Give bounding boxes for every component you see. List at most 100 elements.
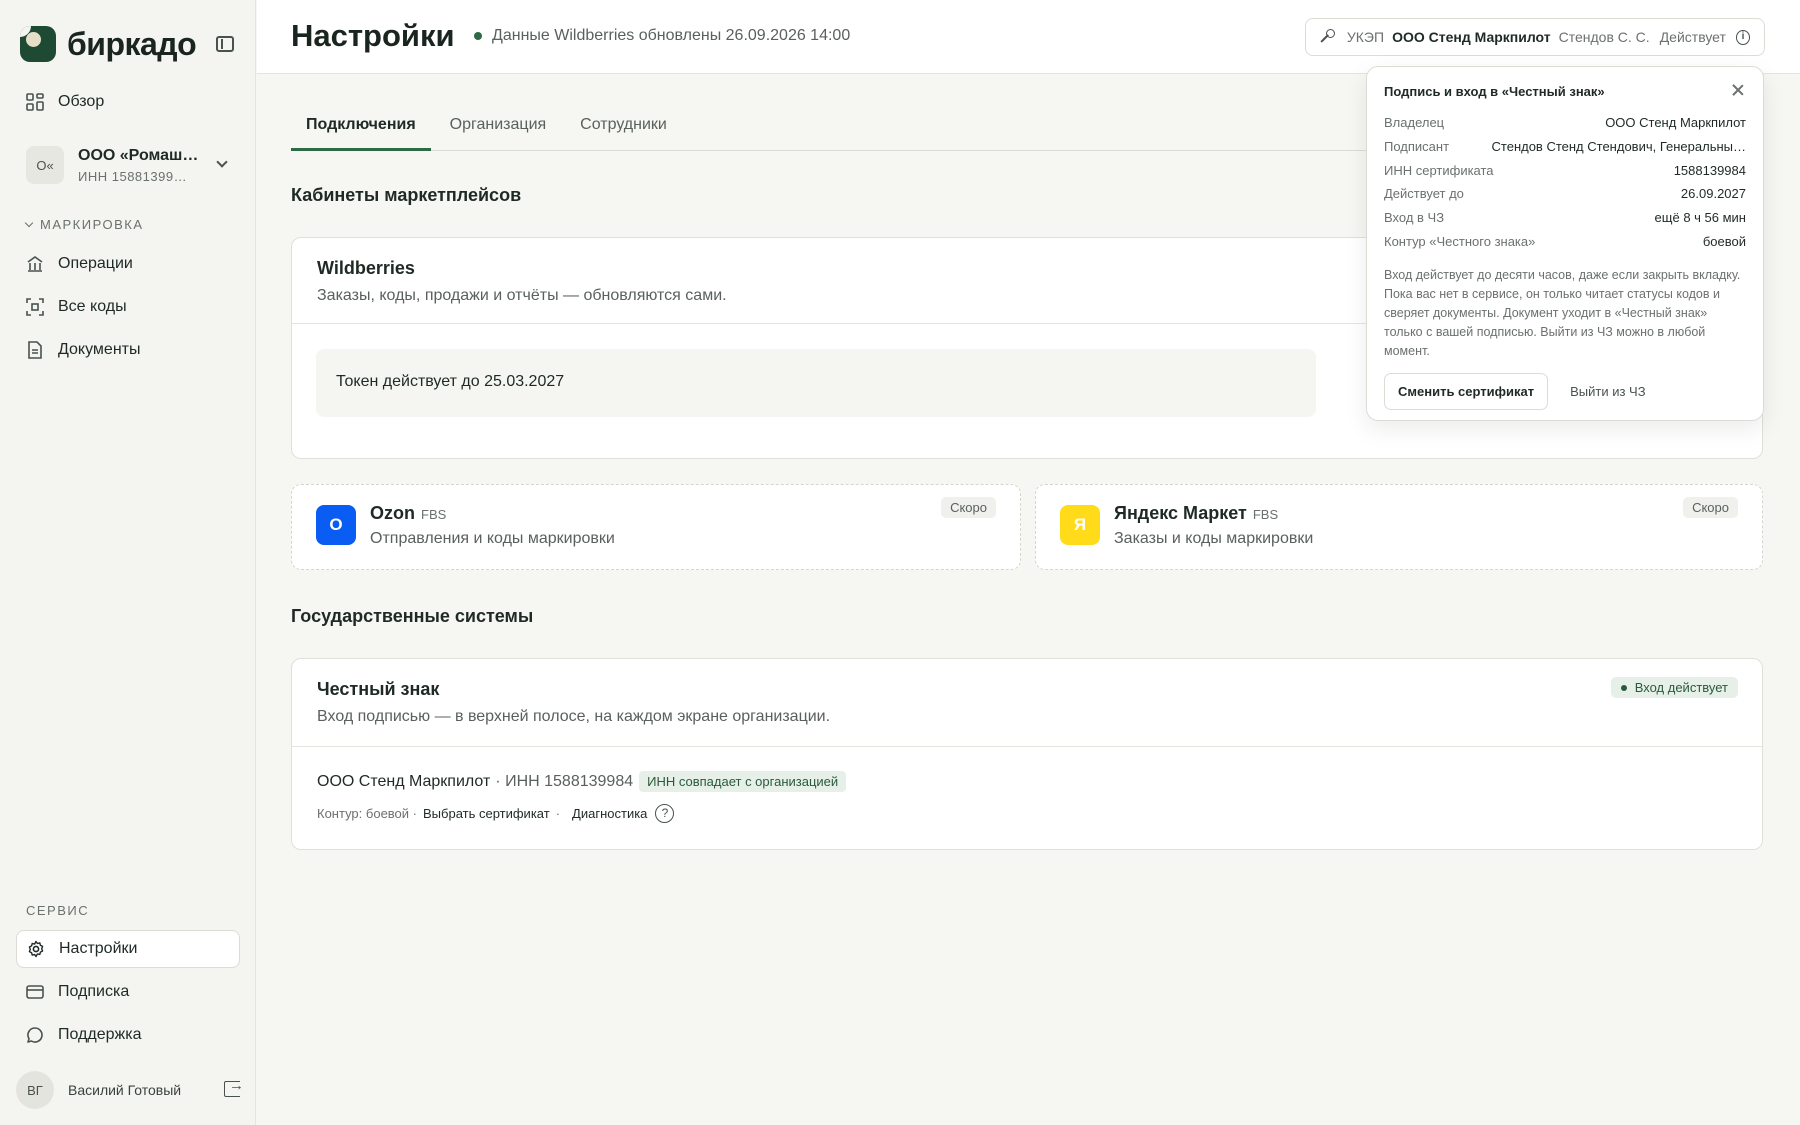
section-heading-gov: Государственные системы: [291, 606, 534, 626]
change-certificate-button[interactable]: Сменить сертификат: [1384, 373, 1549, 411]
detail-row: Контур «Честного знака» боевой: [1384, 229, 1746, 253]
status-dot-icon: [474, 32, 482, 40]
status-dot-icon: [1620, 684, 1627, 691]
document-icon: [26, 341, 44, 359]
popover-title: Подпись и вход в «Честный знак»: [1384, 84, 1605, 99]
chat-bubble-icon: [26, 1026, 44, 1044]
chestny-znak-card: Честный знак Вход подписью — в верхней п…: [291, 658, 1763, 850]
status-badge: Скоро: [941, 497, 996, 518]
chevron-down-icon: [216, 156, 228, 168]
token-status: Токен действует до 25.03.2027: [316, 349, 1316, 417]
sidebar-item-documents[interactable]: Документы: [16, 331, 240, 369]
help-icon[interactable]: ?: [655, 804, 675, 823]
detail-row: Владелец ООО Стенд Маркпилот: [1384, 111, 1746, 135]
ozon-logo-icon: O: [316, 505, 356, 545]
sidebar-item-label: Обзор: [58, 93, 105, 110]
sidebar-item-overview[interactable]: Обзор: [16, 83, 240, 121]
logo-mark-icon: [20, 26, 56, 62]
sidebar-item-label: Операции: [58, 255, 133, 272]
sidebar-toggle-icon[interactable]: [216, 36, 234, 52]
tab-organization[interactable]: Организация: [435, 109, 562, 151]
sync-status: Данные Wildberries обновлены 26.09.2026 …: [474, 27, 850, 45]
yandex-logo-icon: Я: [1060, 505, 1100, 545]
avatar[interactable]: ВГ: [16, 1071, 54, 1109]
credit-card-icon: [26, 983, 44, 1001]
close-icon[interactable]: [1731, 83, 1745, 97]
certificate-popover: Подпись и вход в «Честный знак» Владелец…: [1366, 66, 1764, 421]
detail-value: Стендов Стенд Стендович, Генеральны…: [1491, 139, 1746, 155]
sidebar-item-label: Поддержка: [58, 1026, 142, 1043]
detail-value: 26.09.2027: [1680, 186, 1746, 202]
card-title: Ozon: [370, 503, 415, 523]
sync-status-text: Данные Wildberries обновлены 26.09.2026 …: [492, 27, 851, 44]
org-switcher[interactable]: О« ООО «Ромаш… ИНН 15881399…: [16, 140, 240, 190]
org-name: ООО «Ромаш…: [78, 146, 199, 164]
detail-row: Вход в ЧЗ ещё 8 ч 56 мин: [1384, 206, 1746, 230]
detail-row: Действует до 26.09.2027: [1384, 182, 1746, 206]
app-name: биркадо: [67, 25, 197, 62]
key-icon: [1320, 29, 1335, 45]
yandex-market-card: Я Яндекс Маркет FBS Заказы и коды маркиро…: [1035, 484, 1763, 570]
cert-person: Стендов С. С.: [1558, 29, 1650, 45]
info-icon[interactable]: i: [1735, 29, 1750, 45]
detail-value: ещё 8 ч 56 мин: [1654, 210, 1746, 226]
fbs-tag: FBS: [1252, 507, 1279, 522]
ozon-card: O Ozon FBS Отправления и коды маркировки …: [291, 484, 1021, 570]
card-subtitle: Отправления и коды маркировки: [370, 530, 615, 547]
contour-label: Контур: боевой ·: [317, 806, 417, 821]
sidebar-item-settings[interactable]: Настройки: [16, 930, 240, 968]
sidebar-item-label: Документы: [58, 341, 141, 358]
tab-employees[interactable]: Сотрудники: [565, 109, 682, 151]
cert-status: Действует: [1659, 29, 1726, 45]
sidebar-item-all-codes[interactable]: Все коды: [16, 288, 240, 326]
top-bar: Настройки Данные Wildberries обновлены 2…: [257, 0, 1800, 74]
scan-code-icon: [26, 298, 44, 316]
org-inn: ИНН 15881399…: [78, 168, 188, 184]
detail-key: ИНН сертификата: [1384, 162, 1494, 178]
inn-match-badge: ИНН совпадает с организацией: [639, 771, 847, 792]
cert-org: ООО Стенд Маркпилот: [1392, 29, 1551, 45]
diagnostics-link[interactable]: Диагностика: [572, 806, 647, 821]
cert-inn: · ИНН 1588139984: [495, 772, 634, 790]
section-marking[interactable]: МАРКИРОВКА: [24, 217, 144, 232]
detail-value: боевой: [1702, 233, 1746, 249]
detail-value: 1588139984: [1673, 162, 1746, 178]
sidebar-item-support[interactable]: Поддержка: [16, 1016, 240, 1054]
gear-icon: [27, 940, 45, 958]
logout-icon[interactable]: [224, 1077, 244, 1097]
sidebar-item-subscription[interactable]: Подписка: [16, 973, 240, 1011]
bank-icon: [26, 255, 44, 273]
card-title: Честный знак: [317, 679, 440, 699]
sidebar-item-operations[interactable]: Операции: [16, 245, 240, 283]
detail-value: ООО Стенд Маркпилот: [1605, 115, 1746, 131]
detail-key: Контур «Честного знака»: [1384, 233, 1536, 249]
status-badge: Вход действует: [1610, 677, 1738, 698]
app-logo[interactable]: биркадо: [20, 24, 197, 64]
card-title: Яндекс Маркет: [1114, 503, 1247, 523]
dashboard-icon: [26, 93, 44, 111]
cert-details: Владелец ООО Стенд Маркпилот Подписант Сте…: [1384, 111, 1746, 253]
page-title: Настройки: [291, 18, 455, 53]
user-name: Василий Готовый: [68, 1082, 182, 1098]
status-badge-text: Вход действует: [1634, 680, 1728, 695]
sidebar: биркадо Обзор О« ООО «Ромаш… ИНН 1588139…: [0, 0, 256, 1125]
section-service: СЕРВИС: [26, 903, 90, 918]
tab-connections[interactable]: Подключения: [291, 109, 431, 151]
card-subtitle: Заказы и коды маркировки: [1114, 530, 1314, 547]
certificate-chip[interactable]: УКЭП ООО Стенд Маркпилот Стендов С. С. Д…: [1305, 18, 1765, 56]
cert-type: УКЭП: [1346, 29, 1385, 45]
sidebar-item-label: Настройки: [59, 940, 138, 957]
user-profile: ВГ Василий Готовый: [16, 1070, 244, 1110]
detail-key: Вход в ЧЗ: [1384, 210, 1445, 226]
select-certificate-link[interactable]: Выбрать сертификат: [423, 806, 550, 821]
detail-row: ИНН сертификата 1588139984: [1384, 158, 1746, 182]
section-heading-marketplaces: Кабинеты маркетплейсов: [291, 185, 522, 205]
org-avatar: О«: [26, 146, 64, 184]
logout-chz-button[interactable]: Выйти из ЧЗ: [1570, 384, 1645, 399]
detail-key: Владелец: [1384, 115, 1445, 131]
detail-key: Подписант: [1384, 139, 1450, 155]
detail-row: Подписант Стендов Стенд Стендович, Генера…: [1384, 135, 1746, 159]
separator: ·: [555, 806, 561, 821]
detail-key: Действует до: [1384, 186, 1464, 202]
sidebar-item-label: Подписка: [58, 983, 130, 1000]
